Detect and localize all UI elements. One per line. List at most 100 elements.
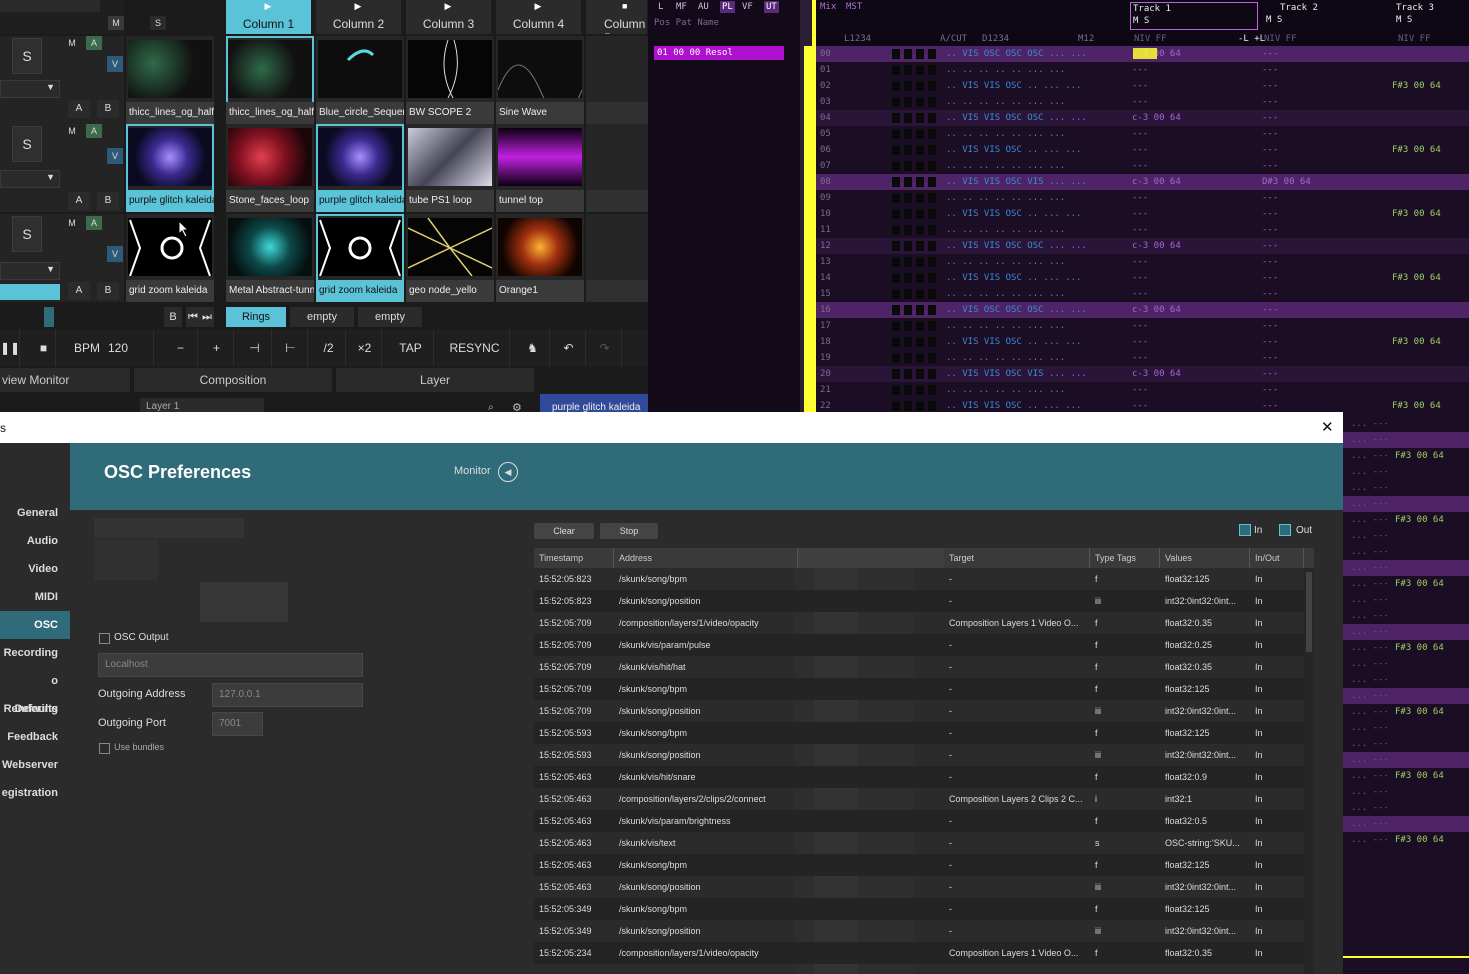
column-header-target[interactable]: Target (944, 548, 1090, 568)
track-3-header[interactable]: Track 3 M S (1392, 2, 1469, 30)
crossfader-b-button[interactable]: B (97, 100, 119, 118)
bpm-double-button[interactable]: ×2 (348, 330, 382, 366)
toolbar-mf[interactable]: MF (676, 2, 687, 12)
clip-thumbnail[interactable]: thicc_lines_og_halftone (126, 36, 214, 124)
pattern-row[interactable]: 06 .. VIS VIS OSC .. ... ... --- --- F#3 00 … (816, 142, 1469, 158)
osc-output-checkbox[interactable] (99, 633, 110, 644)
layer-selected-bar[interactable] (0, 284, 60, 300)
layer-solo-button[interactable]: S (12, 126, 42, 162)
mute-solo-buttons[interactable]: M S (1266, 15, 1282, 25)
nudge-left-button[interactable]: ⊣ (238, 330, 272, 366)
scrollbar-thumb[interactable] (1306, 572, 1312, 652)
pattern-row[interactable]: 01 .. .. .. .. .. ... ... --- --- (816, 62, 1469, 78)
pattern-row[interactable]: 15 .. .. .. .. .. ... ... --- --- (816, 286, 1469, 302)
pattern-row[interactable]: 21 .. .. .. .. .. ... ... --- --- (816, 382, 1469, 398)
log-row[interactable]: 15:52:05:823/skunk/song/bpm - f float32:125… (534, 568, 1304, 590)
log-row[interactable]: 15:52:05:593/skunk/song/position - iii int3… (534, 744, 1304, 766)
log-row[interactable]: 15:52:05:709/composition/layers/1/video/… (534, 612, 1304, 634)
clip-thumbnail[interactable]: Stone_faces_loop (226, 124, 314, 212)
clip-thumbnail[interactable]: grid zoom kaleida (126, 214, 214, 302)
clip-thumbnail[interactable]: tunnel top (496, 124, 584, 212)
crossfader-a-button[interactable]: A (68, 100, 90, 118)
sidebar-item-video[interactable]: Video (0, 555, 70, 583)
clip-thumbnail[interactable]: BW SCOPE 2 (406, 36, 494, 124)
pattern-row[interactable]: 05 .. .. .. .. .. ... ... --- --- (816, 126, 1469, 142)
crossfader-b-button[interactable]: B (97, 282, 119, 300)
log-row[interactable]: 15:52:05:463/skunk/song/bpm - f float32:125… (534, 854, 1304, 876)
crossfader-b-button[interactable]: B (97, 192, 119, 210)
column-header-in-out[interactable]: In/Out (1250, 548, 1304, 568)
sidebar-item-defaults[interactable]: Defaults (0, 695, 70, 723)
tab-preview-monitor[interactable]: view Monitor (0, 368, 130, 392)
clear-button[interactable]: Clear (534, 523, 594, 539)
blend-mode-dropdown[interactable]: ▼ (0, 262, 60, 280)
log-row[interactable]: 15:52:05:709/skunk/vis/hit/hat - f float32:… (534, 656, 1304, 678)
master-mute-button[interactable]: M (108, 16, 124, 30)
sidebar-item-webserver[interactable]: Webserver (0, 751, 70, 779)
log-row[interactable]: 15:52:05:463/skunk/vis/param/brightness -… (534, 810, 1304, 832)
outgoing-port-field[interactable]: 7001 (212, 712, 263, 736)
pattern-row[interactable]: 08 .. VIS VIS OSC VIS ... ... c-3 00 64 D#3… (816, 174, 1469, 190)
blend-mode-dropdown[interactable]: ▼ (0, 80, 60, 98)
clip-thumbnail[interactable]: thicc_lines_og_halftone (226, 36, 314, 124)
bpm-increase-button[interactable]: + (200, 330, 234, 366)
use-bundles-checkbox[interactable] (99, 743, 110, 754)
log-row[interactable]: 15:52:05:349/skunk/song/bpm - f float32:125… (534, 898, 1304, 920)
layer-solo-button[interactable]: S (12, 216, 42, 252)
redo-icon[interactable]: ↷ (588, 330, 622, 366)
column-header-address[interactable]: Address (614, 548, 798, 568)
layer-video-button[interactable]: V (107, 56, 123, 72)
pattern-row[interactable]: 19 .. .. .. .. .. ... ... --- --- (816, 350, 1469, 366)
tab-layer[interactable]: Layer (336, 368, 534, 392)
clip-thumbnail[interactable]: Orange1 (496, 214, 584, 302)
pattern-row[interactable]: 14 .. VIS VIS OSC .. ... ... --- --- F#3 00 … (816, 270, 1469, 286)
crossfader-a-button[interactable]: A (68, 282, 90, 300)
toolbar-vf[interactable]: VF (742, 2, 753, 12)
crossfader-a-button[interactable]: A (68, 192, 90, 210)
column-5-header[interactable]: ■ Column 5 (586, 0, 648, 34)
clip-thumbnail[interactable]: purple glitch kaleida (316, 124, 404, 212)
deck-scroll-handle[interactable] (44, 307, 54, 327)
undo-icon[interactable]: ↶ (552, 330, 586, 366)
clip-slot-empty[interactable] (586, 36, 648, 124)
clip-thumbnail[interactable]: Sine Wave (496, 36, 584, 124)
log-row[interactable]: 15:52:05:463/skunk/vis/text - s OSC-string:… (534, 832, 1304, 854)
column-3-header[interactable]: ▶ Column 3 (406, 0, 492, 34)
close-icon[interactable]: ✕ (1321, 418, 1334, 436)
log-row[interactable]: 15:52:05:463/composition/layers/2/clips/… (534, 788, 1304, 810)
pattern-row[interactable]: 13 .. .. .. .. .. ... ... --- --- (816, 254, 1469, 270)
pattern-row[interactable]: 02 .. VIS VIS OSC .. ... ... --- --- F#3 00 … (816, 78, 1469, 94)
blend-mode-dropdown[interactable]: ▼ (0, 170, 60, 188)
pattern-row[interactable]: 18 .. VIS VIS OSC .. ... ... --- --- F#3 00 … (816, 334, 1469, 350)
pause-icon[interactable]: ❚❚ (0, 330, 20, 366)
deck-prev-icon[interactable]: ⏮ (186, 307, 200, 327)
sidebar-item-feedback[interactable]: Feedback (0, 723, 70, 751)
sidebar-item-osc[interactable]: OSC (0, 611, 70, 639)
pattern-row[interactable]: 10 .. VIS VIS OSC .. ... ... --- --- F#3 00 … (816, 206, 1469, 222)
log-row[interactable]: 15:52:05:234/composition/layers/1/video/… (534, 942, 1304, 964)
toolbar-pl[interactable]: PL (720, 1, 735, 13)
column-4-header[interactable]: ▶ Column 4 (496, 0, 582, 34)
layer-name-field[interactable]: Layer 1 (140, 398, 264, 412)
track-1-header[interactable]: Track 1 M S (1130, 2, 1258, 30)
sidebar-item-rendering[interactable]: o Rendering (0, 667, 70, 715)
log-row[interactable]: 15:52:05:823/skunk/song/position - iii int3… (534, 590, 1304, 612)
track-2-header[interactable]: Track 2 M S (1260, 2, 1390, 30)
toolbar-au[interactable]: AU (698, 2, 709, 12)
deck-b-button[interactable]: B (164, 307, 182, 327)
pattern-row[interactable]: 09 .. .. .. .. .. ... ... --- --- (816, 190, 1469, 206)
deck-tab-empty[interactable]: empty (290, 307, 354, 327)
stop-icon[interactable]: ■ (32, 330, 56, 366)
pattern-row[interactable]: 03 .. .. .. .. .. ... ... --- --- (816, 94, 1469, 110)
column-header-type-tags[interactable]: Type Tags (1090, 548, 1160, 568)
clip-thumbnail[interactable]: geo node_yello (406, 214, 494, 302)
log-row[interactable]: 15:52:05:593/skunk/song/bpm - f float32:125… (534, 722, 1304, 744)
bpm-decrease-button[interactable]: − (164, 330, 198, 366)
in-filter-checkbox[interactable] (1239, 524, 1251, 536)
out-filter-checkbox[interactable] (1279, 524, 1291, 536)
sequence-row[interactable]: 01 00 00 Resol (654, 46, 784, 60)
layer-auto-button[interactable]: A (86, 216, 102, 230)
log-row[interactable]: 15:52:05:709/skunk/vis/param/pulse - f floa… (534, 634, 1304, 656)
bpm-value[interactable]: 120 (104, 330, 154, 366)
log-scrollbar[interactable] (1304, 568, 1314, 974)
